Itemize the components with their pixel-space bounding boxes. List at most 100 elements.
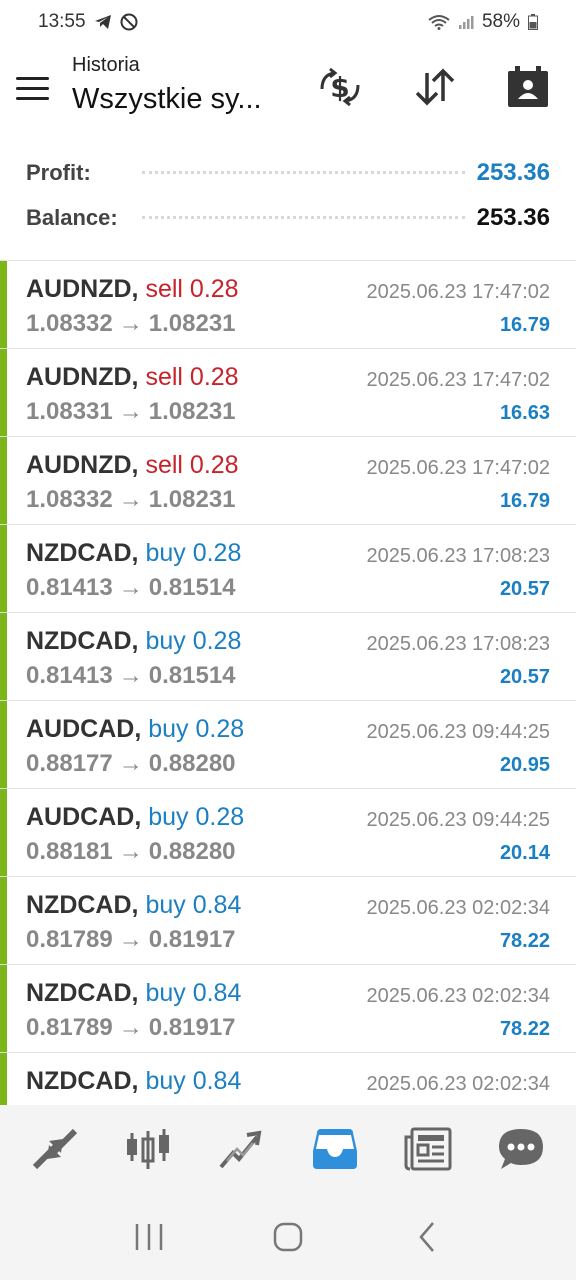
profit-dots xyxy=(142,171,465,174)
profit-indicator-bar xyxy=(0,525,7,612)
status-left: 13:55 xyxy=(38,11,138,33)
deal-profit: 20.57 xyxy=(499,666,550,688)
deal-row[interactable]: NZDCAD, buy 0.28 2025.06.23 17:08:23 0.814… xyxy=(0,613,576,701)
profit-indicator-bar xyxy=(0,789,7,876)
deal-profit: 78.22 xyxy=(499,1018,550,1040)
deal-profit: 16.79 xyxy=(499,490,550,512)
quotes-icon[interactable] xyxy=(25,1119,85,1179)
deal-row[interactable]: NZDCAD, buy 0.842025.06.23 02:02:340.817… xyxy=(0,965,576,1053)
deal-time: 2025.06.23 17:08:23 xyxy=(366,545,550,567)
profit-indicator-bar xyxy=(0,613,7,700)
deal-time: 2025.06.23 02:02:34 xyxy=(366,897,550,919)
recent-apps-icon[interactable] xyxy=(119,1207,179,1267)
deal-type: buy 0.28 xyxy=(145,539,242,567)
deals-list: AUDNZD, sell 0.28 2025.06.23 17:47:02 1.08… xyxy=(0,260,576,1105)
deal-profit: 16.63 xyxy=(499,402,550,424)
deal-profit: 20.95 xyxy=(499,754,550,776)
deal-row[interactable]: AUDNZD, sell 0.28 2025.06.23 17:47:02 1.08… xyxy=(0,437,576,525)
deal-close-price: 0.88280 xyxy=(148,838,236,865)
deal-symbol: NZDCAD, xyxy=(26,979,139,1007)
header-titles: Historia Wszystkie sy... xyxy=(72,54,262,116)
deal-type: sell 0.28 xyxy=(145,363,239,391)
deal-prices: 0.81413 → 0.81514 xyxy=(26,662,236,690)
deal-prices: 1.08332 → 1.08231 xyxy=(26,310,236,338)
header-subtitle: Historia xyxy=(72,54,140,76)
battery-percent: 58% xyxy=(481,11,520,32)
profit-indicator-bar xyxy=(0,1053,7,1105)
deal-prices: 1.08331 → 1.08231 xyxy=(26,398,236,426)
arrow-right-icon: → xyxy=(118,574,143,601)
header-title[interactable]: Wszystkie sy... xyxy=(72,83,262,116)
deal-symbol: NZDCAD, xyxy=(26,539,139,567)
deal-prices: 0.88177 → 0.88280 xyxy=(26,750,236,778)
deal-row[interactable]: AUDCAD, buy 0.28 2025.06.23 09:44:25 0.881… xyxy=(0,789,576,877)
arrow-right-icon: → xyxy=(118,1014,143,1041)
deal-symbol: AUDCAD, xyxy=(26,803,142,831)
deal-symbol: AUDNZD, xyxy=(26,363,139,391)
currency-exchange-icon[interactable]: $ xyxy=(314,64,366,110)
history-icon[interactable] xyxy=(305,1119,365,1179)
deal-open-price: 0.88181 xyxy=(26,838,113,865)
deal-type: buy 0.28 xyxy=(148,715,245,743)
back-icon[interactable] xyxy=(397,1207,457,1267)
deal-title: NZDCAD, buy 0.84 xyxy=(26,979,241,1008)
deal-title: AUDNZD, sell 0.28 xyxy=(26,451,239,480)
deal-title: AUDNZD, sell 0.28 xyxy=(26,275,239,304)
arrow-right-icon: → xyxy=(118,486,143,513)
deal-open-price: 0.81413 xyxy=(26,574,113,601)
arrow-right-icon: → xyxy=(118,662,143,689)
deal-open-price: 0.88177 xyxy=(26,750,113,777)
deal-close-price: 0.81514 xyxy=(148,574,236,601)
deal-open-price: 1.08332 xyxy=(26,486,113,513)
deal-time: 2025.06.23 17:47:02 xyxy=(366,369,550,391)
deal-title: NZDCAD, buy 0.28 xyxy=(26,627,241,656)
deal-title: NZDCAD, buy 0.28 xyxy=(26,539,241,568)
deal-symbol: AUDCAD, xyxy=(26,715,142,743)
profit-indicator-bar xyxy=(0,261,7,348)
arrow-right-icon: → xyxy=(118,926,143,953)
deal-close-price: 1.08231 xyxy=(148,486,236,513)
sort-arrows-icon[interactable] xyxy=(409,64,461,110)
chat-icon[interactable] xyxy=(491,1119,551,1179)
trade-icon[interactable] xyxy=(211,1119,271,1179)
wifi-icon xyxy=(428,14,450,30)
deal-symbol: NZDCAD, xyxy=(26,627,139,655)
deal-time: 2025.06.23 17:08:23 xyxy=(366,633,550,655)
signal-icon xyxy=(458,14,474,30)
home-icon[interactable] xyxy=(258,1207,318,1267)
deal-row[interactable]: AUDCAD, buy 0.28 2025.06.23 09:44:25 0.881… xyxy=(0,701,576,789)
deal-close-price: 0.81917 xyxy=(148,1014,236,1041)
bottom-navigation xyxy=(0,1105,576,1193)
deal-open-price: 0.81413 xyxy=(26,662,113,689)
balance-label: Balance: xyxy=(26,204,118,230)
deal-symbol: NZDCAD, xyxy=(26,1067,139,1095)
profit-indicator-bar xyxy=(0,701,7,788)
calendar-person-icon[interactable] xyxy=(502,64,554,110)
deal-profit: 20.14 xyxy=(499,842,550,864)
deal-profit: 16.79 xyxy=(499,314,550,336)
deal-time: 2025.06.23 09:44:25 xyxy=(366,721,550,743)
deal-close-price: 0.81917 xyxy=(148,926,236,953)
hamburger-menu-icon[interactable] xyxy=(16,70,56,106)
profit-indicator-bar xyxy=(0,877,7,964)
deal-profit: 78.22 xyxy=(499,930,550,952)
deal-row[interactable]: AUDNZD, sell 0.28 2025.06.23 17:47:02 1.08… xyxy=(0,349,576,437)
arrow-right-icon: → xyxy=(118,398,143,425)
deal-symbol: AUDNZD, xyxy=(26,451,139,479)
arrow-right-icon: → xyxy=(118,310,143,337)
deal-symbol: AUDNZD, xyxy=(26,275,139,303)
deal-type: buy 0.84 xyxy=(145,1067,242,1095)
deal-row[interactable]: NZDCAD, buy 0.842025.06.23 02:02:340.817… xyxy=(0,877,576,965)
deal-title: NZDCAD, buy 0.84 xyxy=(26,891,241,920)
deal-row[interactable]: AUDNZD, sell 0.28 2025.06.23 17:47:02 1.08… xyxy=(0,261,576,349)
news-icon[interactable] xyxy=(398,1119,458,1179)
deal-close-price: 0.81514 xyxy=(148,662,236,689)
account-summary: Profit: 253.36 Balance: 253.36 xyxy=(0,150,576,240)
do-not-disturb-icon xyxy=(120,13,138,31)
deal-open-price: 1.08332 xyxy=(26,310,113,337)
deal-row[interactable]: NZDCAD, buy 0.842025.06.23 02:02:340.817… xyxy=(0,1053,576,1105)
deal-row[interactable]: NZDCAD, buy 0.28 2025.06.23 17:08:23 0.814… xyxy=(0,525,576,613)
chart-icon[interactable] xyxy=(118,1119,178,1179)
deal-prices: 0.81789→0.81917 xyxy=(26,1014,236,1042)
balance-row: Balance: 253.36 xyxy=(0,195,576,240)
